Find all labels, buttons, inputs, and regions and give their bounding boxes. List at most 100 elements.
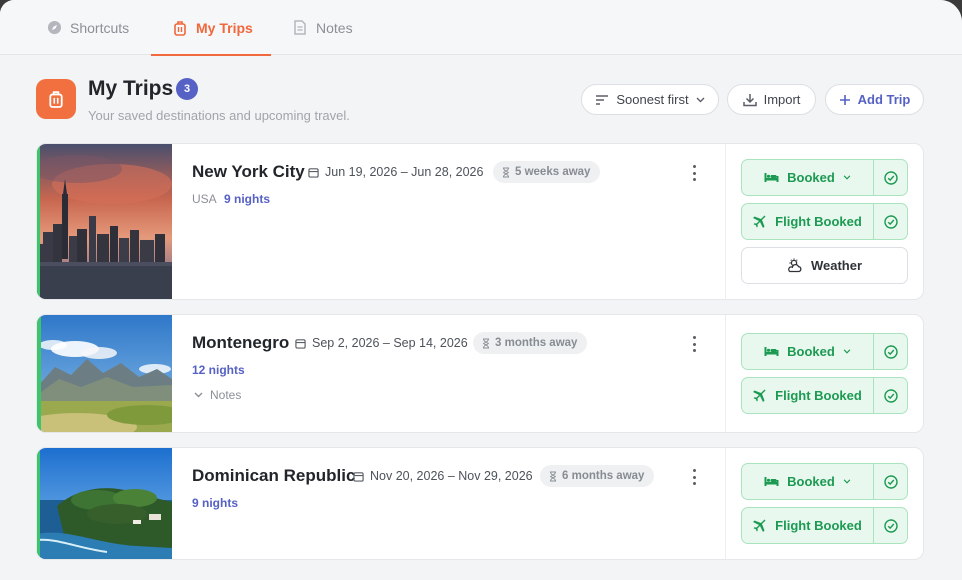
lodging-status-label: Booked <box>787 344 835 359</box>
calendar-icon <box>353 471 364 482</box>
airplane-icon <box>753 389 767 403</box>
check-circle-icon[interactable] <box>873 508 907 543</box>
trip-nights: 9 nights <box>224 192 271 206</box>
chevron-down-icon <box>696 97 705 103</box>
hourglass-icon <box>502 167 510 178</box>
tab-label: Notes <box>316 19 353 36</box>
weather-button[interactable]: Weather <box>741 247 908 284</box>
trip-dates: Jun 19, 2026 – Jun 28, 2026 <box>308 165 483 179</box>
notes-toggle[interactable]: Notes <box>194 388 241 402</box>
lodging-status-main[interactable]: Booked <box>742 334 873 369</box>
chevron-down-icon <box>194 392 203 398</box>
card-divider <box>725 315 726 432</box>
airplane-icon <box>753 519 767 533</box>
lodging-status-button[interactable]: Booked <box>741 333 908 370</box>
trip-nights: 9 nights <box>192 496 239 510</box>
time-away-badge: 3 months away <box>473 332 588 354</box>
more-options-icon[interactable] <box>691 336 697 352</box>
add-trip-button[interactable]: Add Trip <box>825 84 924 115</box>
lodging-status-main[interactable]: Booked <box>742 464 873 499</box>
luggage-icon <box>172 20 188 36</box>
compass-icon <box>46 20 62 36</box>
flight-status-main[interactable]: Flight Booked <box>742 508 873 543</box>
trip-dates-text: Nov 20, 2026 – Nov 29, 2026 <box>370 469 533 483</box>
hourglass-icon <box>549 471 557 482</box>
sort-label: Soonest first <box>616 92 689 107</box>
page-subtitle: Your saved destinations and upcoming tra… <box>88 108 350 123</box>
flight-status-label: Flight Booked <box>775 214 862 229</box>
more-options-icon[interactable] <box>691 469 697 485</box>
trip-name: Montenegro <box>192 333 290 352</box>
flight-status-button[interactable]: Flight Booked <box>741 203 908 240</box>
flight-status-button[interactable]: Flight Booked <box>741 507 908 544</box>
lodging-status-label: Booked <box>787 474 835 489</box>
flight-status-button[interactable]: Flight Booked <box>741 377 908 414</box>
check-circle-icon[interactable] <box>873 160 907 195</box>
trip-dates-text: Jun 19, 2026 – Jun 28, 2026 <box>325 165 484 179</box>
calendar-icon <box>308 167 319 178</box>
trip-photo-montenegro <box>37 315 172 432</box>
chevron-down-icon <box>843 349 851 354</box>
download-icon <box>742 93 757 107</box>
trip-nights: 12 nights <box>192 363 245 377</box>
sort-icon <box>595 94 609 106</box>
trip-name: Dominican Republic <box>192 466 356 485</box>
check-circle-icon[interactable] <box>873 378 907 413</box>
flight-status-main[interactable]: Flight Booked <box>742 204 873 239</box>
import-button[interactable]: Import <box>727 84 816 115</box>
tab-my-trips[interactable]: My Trips <box>151 0 271 56</box>
trip-photo-new-york <box>37 144 172 299</box>
trip-dates: Nov 20, 2026 – Nov 29, 2026 <box>353 469 533 483</box>
trip-dates-text: Sep 2, 2026 – Sep 14, 2026 <box>312 336 468 350</box>
check-circle-icon[interactable] <box>873 464 907 499</box>
tab-notes[interactable]: Notes <box>292 0 353 55</box>
chevron-down-icon <box>843 175 851 180</box>
flight-status-label: Flight Booked <box>775 518 862 533</box>
luggage-icon <box>49 91 63 108</box>
sort-button[interactable]: Soonest first <box>581 84 719 115</box>
trip-name: New York City <box>192 162 305 181</box>
time-away-badge: 6 months away <box>540 465 655 487</box>
notes-toggle-label: Notes <box>210 388 242 402</box>
time-away-text: 6 months away <box>562 470 645 482</box>
trip-card[interactable]: New York City Jun 19, 2026 – Jun 28, 202… <box>36 143 924 300</box>
airplane-icon <box>753 215 767 229</box>
time-away-text: 3 months away <box>495 337 578 349</box>
tab-label: My Trips <box>196 19 253 36</box>
trip-card[interactable]: Dominican Republic Nov 20, 2026 – Nov 29… <box>36 447 924 560</box>
trips-panel: Shortcuts My Trips Notes My Trips 3 Your… <box>0 0 962 580</box>
add-trip-label: Add Trip <box>857 92 911 107</box>
trip-photo-dominican-republic <box>37 448 172 559</box>
tab-shortcuts[interactable]: Shortcuts <box>46 0 129 55</box>
import-label: Import <box>763 92 801 107</box>
check-circle-icon[interactable] <box>873 334 907 369</box>
flight-status-label: Flight Booked <box>775 388 862 403</box>
trip-card[interactable]: Montenegro Sep 2, 2026 – Sep 14, 2026 3 … <box>36 314 924 433</box>
bed-icon <box>764 476 779 487</box>
trip-dates: Sep 2, 2026 – Sep 14, 2026 <box>295 336 468 350</box>
flight-status-main[interactable]: Flight Booked <box>742 378 873 413</box>
lodging-status-button[interactable]: Booked <box>741 159 908 196</box>
trips-header-icon <box>36 79 76 119</box>
check-circle-icon[interactable] <box>873 204 907 239</box>
lodging-status-button[interactable]: Booked <box>741 463 908 500</box>
time-away-text: 5 weeks away <box>515 166 591 178</box>
card-divider <box>725 448 726 559</box>
bed-icon <box>764 172 779 183</box>
hourglass-icon <box>482 338 490 349</box>
tab-bar: Shortcuts My Trips Notes <box>0 0 962 56</box>
time-away-badge: 5 weeks away <box>493 161 601 183</box>
lodging-status-label: Booked <box>787 170 835 185</box>
calendar-icon <box>295 338 306 349</box>
chevron-down-icon <box>843 479 851 484</box>
bed-icon <box>764 346 779 357</box>
plus-icon <box>839 94 851 106</box>
tab-label: Shortcuts <box>70 19 130 36</box>
more-options-icon[interactable] <box>691 165 697 181</box>
card-divider <box>725 144 726 299</box>
document-icon <box>292 20 308 36</box>
weather-label: Weather <box>810 258 863 273</box>
lodging-status-main[interactable]: Booked <box>742 160 873 195</box>
page-title: My Trips <box>88 77 174 100</box>
trip-count-badge: 3 <box>176 78 198 100</box>
